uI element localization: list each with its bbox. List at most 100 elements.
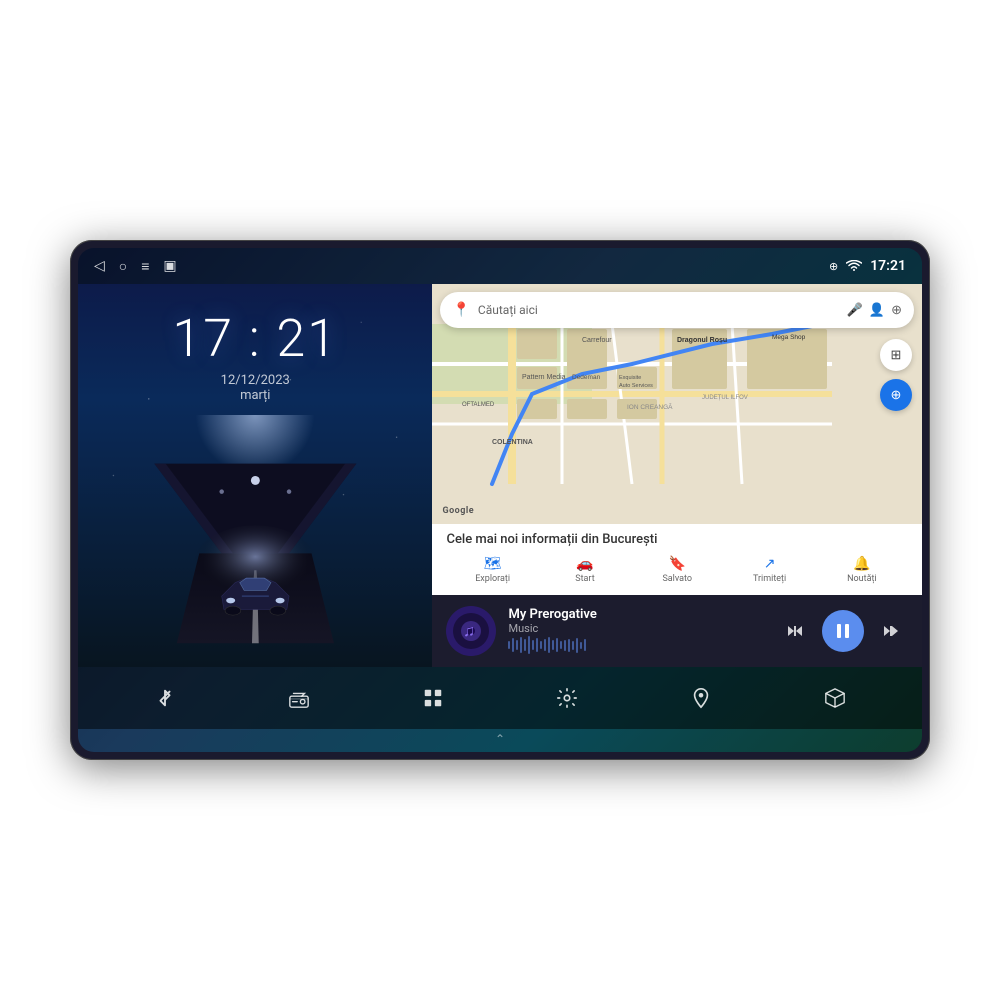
music-subtitle: Music xyxy=(508,622,766,635)
bluetooth-icon xyxy=(154,687,176,709)
waveform-bar xyxy=(512,638,514,652)
waveform-bar xyxy=(548,637,550,653)
status-bar: ◁ ○ ≡ ▣ ⊕ 17:21 xyxy=(78,248,922,284)
waveform-bar xyxy=(544,639,546,651)
location-icon: ⊕ xyxy=(829,260,838,273)
tab-explore-label: Explorați xyxy=(475,574,510,584)
home-button[interactable]: ○ xyxy=(119,258,127,275)
tab-saved-label: Salvato xyxy=(662,574,692,584)
nav-apps[interactable] xyxy=(422,687,444,709)
nav-settings[interactable] xyxy=(556,687,578,709)
next-icon xyxy=(882,622,900,640)
pause-icon xyxy=(833,621,853,641)
tab-news[interactable]: 🔔 Noutăți xyxy=(816,553,908,587)
waveform-bar xyxy=(576,638,578,653)
waveform-bar xyxy=(520,637,522,653)
car-visual xyxy=(78,415,432,667)
svg-text:Exquisite: Exquisite xyxy=(619,375,641,381)
clock-time: 17 : 21 xyxy=(98,308,412,369)
nav-maps[interactable] xyxy=(690,687,712,709)
tab-share-label: Trimiteți xyxy=(753,574,786,584)
svg-text:Dragonul Roșu: Dragonul Roșu xyxy=(677,337,727,344)
next-track-button[interactable] xyxy=(874,614,908,648)
waveform-bar xyxy=(568,639,570,652)
prev-track-button[interactable] xyxy=(778,614,812,648)
waveform-bar xyxy=(540,641,542,649)
explore-icon: 🗺 xyxy=(484,556,502,572)
device-screen: ◁ ○ ≡ ▣ ⊕ 17:21 17 xyxy=(78,248,922,752)
account-icon[interactable]: 👤 xyxy=(869,303,885,318)
music-info: My Prerogative Music xyxy=(508,607,766,655)
nav-buttons: ◁ ○ ≡ ▣ xyxy=(94,258,177,275)
svg-text:OFTALMED: OFTALMED xyxy=(462,402,495,408)
status-time: 17:21 xyxy=(870,258,906,274)
more-options-icon[interactable]: ⊕ xyxy=(891,303,902,318)
tab-start-label: Start xyxy=(575,574,594,584)
news-icon: 🔔 xyxy=(853,556,870,572)
search-input[interactable]: Căutați aici xyxy=(478,303,839,317)
main-content: 17 : 21 12/12/2023 marți xyxy=(78,284,922,667)
svg-text:Carrefour: Carrefour xyxy=(582,337,612,344)
waveform-bar xyxy=(508,641,510,649)
voice-search-icon[interactable]: 🎤 xyxy=(847,303,863,318)
svg-text:Dedeman: Dedeman xyxy=(572,374,601,381)
navigate-icon: ⊕ xyxy=(891,388,902,403)
waveform-bar xyxy=(564,640,566,651)
tab-explore[interactable]: 🗺 Explorați xyxy=(446,553,538,587)
3dbox-icon xyxy=(824,687,846,709)
play-pause-button[interactable] xyxy=(822,610,864,652)
back-button[interactable]: ◁ xyxy=(94,258,105,274)
clock-section: 17 : 21 12/12/2023 marți xyxy=(78,284,432,415)
google-maps-icon: 📍 xyxy=(452,302,469,318)
tab-saved[interactable]: 🔖 Salvato xyxy=(631,553,723,587)
tab-share[interactable]: ↗ Trimiteți xyxy=(723,553,815,587)
info-title: Cele mai noi informații din București xyxy=(446,532,908,547)
waveform-bar xyxy=(556,638,558,652)
waveform-bar xyxy=(552,640,554,650)
settings-icon xyxy=(556,687,578,709)
nav-radio[interactable] xyxy=(288,687,310,709)
info-banner: Cele mai noi informații din București 🗺 … xyxy=(432,524,922,595)
prev-icon xyxy=(786,622,804,640)
svg-text:Mega Shop: Mega Shop xyxy=(772,334,806,341)
svg-text:♫: ♫ xyxy=(463,623,475,640)
saved-icon: 🔖 xyxy=(669,556,686,572)
waveform-bar xyxy=(536,638,538,652)
waveform-bar xyxy=(580,642,582,649)
menu-button[interactable]: ≡ xyxy=(141,258,149,275)
bottom-nav xyxy=(78,667,922,729)
waveform-bar xyxy=(532,640,534,650)
status-indicators: ⊕ 17:21 xyxy=(829,258,906,274)
nav-3dbox[interactable] xyxy=(824,687,846,709)
map-location-button[interactable]: ⊕ xyxy=(880,379,912,411)
svg-text:JUDEȚUL ILFOV: JUDEȚUL ILFOV xyxy=(702,395,748,401)
info-tabs: 🗺 Explorați 🚗 Start 🔖 Salvato ↗ xyxy=(446,553,908,587)
album-art: ♫ xyxy=(446,606,496,656)
car-scene-svg xyxy=(87,440,424,667)
left-panel: 17 : 21 12/12/2023 marți xyxy=(78,284,432,667)
tab-news-label: Noutăți xyxy=(847,574,877,584)
screenshot-button[interactable]: ▣ xyxy=(163,258,176,274)
waveform-bar xyxy=(528,636,530,654)
waveform-bar xyxy=(524,639,526,651)
tab-start[interactable]: 🚗 Start xyxy=(539,553,631,587)
wifi-icon xyxy=(846,260,862,272)
layers-icon: ⊞ xyxy=(891,348,902,363)
nav-chevron[interactable]: ⌃ xyxy=(78,729,922,752)
clock-date: 12/12/2023 marți xyxy=(98,373,412,403)
nav-bluetooth[interactable] xyxy=(154,687,176,709)
music-controls xyxy=(778,610,908,652)
google-logo: Google xyxy=(442,506,474,516)
search-actions: 🎤 👤 ⊕ xyxy=(847,303,902,318)
svg-text:Pattern Media: Pattern Media xyxy=(522,374,566,381)
map-section[interactable]: Pattern Media Carrefour Dragonul Roșu Me… xyxy=(432,284,922,524)
map-layers-button[interactable]: ⊞ xyxy=(880,339,912,371)
music-player: ♫ My Prerogative Music xyxy=(432,595,922,667)
svg-text:COLENTINA: COLENTINA xyxy=(492,439,533,446)
map-search-bar[interactable]: 📍 Căutați aici 🎤 👤 ⊕ xyxy=(440,292,914,328)
waveform-bar xyxy=(560,641,562,649)
chevron-up-icon: ⌃ xyxy=(495,732,505,746)
waveform-bar xyxy=(572,641,574,650)
waveform-bar xyxy=(516,640,518,650)
waveform-bar xyxy=(584,639,586,651)
